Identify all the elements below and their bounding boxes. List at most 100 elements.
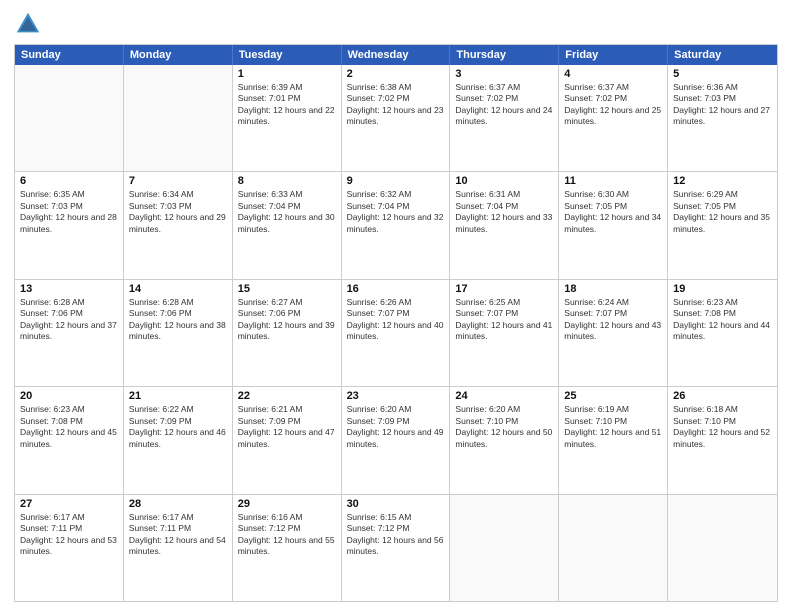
- day-cell-9: 9 Sunrise: 6:32 AM Sunset: 7:04 PM Daylig…: [342, 172, 451, 278]
- day-cell-28: 28 Sunrise: 6:17 AM Sunset: 7:11 PM Dayli…: [124, 495, 233, 601]
- day-number: 4: [564, 68, 662, 80]
- day-number: 25: [564, 390, 662, 402]
- logo-area: [14, 10, 46, 38]
- day-cell-25: 25 Sunrise: 6:19 AM Sunset: 7:10 PM Dayli…: [559, 387, 668, 493]
- weekday-header-saturday: Saturday: [668, 45, 777, 65]
- day-cell-12: 12 Sunrise: 6:29 AM Sunset: 7:05 PM Dayli…: [668, 172, 777, 278]
- day-number: 30: [347, 498, 445, 510]
- header: [14, 10, 778, 38]
- day-cell-29: 29 Sunrise: 6:16 AM Sunset: 7:12 PM Dayli…: [233, 495, 342, 601]
- day-cell-20: 20 Sunrise: 6:23 AM Sunset: 7:08 PM Dayli…: [15, 387, 124, 493]
- day-cell-3: 3 Sunrise: 6:37 AM Sunset: 7:02 PM Daylig…: [450, 65, 559, 171]
- calendar-header: SundayMondayTuesdayWednesdayThursdayFrid…: [15, 45, 777, 65]
- day-cell-30: 30 Sunrise: 6:15 AM Sunset: 7:12 PM Dayli…: [342, 495, 451, 601]
- day-cell-11: 11 Sunrise: 6:30 AM Sunset: 7:05 PM Dayli…: [559, 172, 668, 278]
- day-details: Sunrise: 6:24 AM Sunset: 7:07 PM Dayligh…: [564, 297, 662, 343]
- empty-cell: [124, 65, 233, 171]
- day-details: Sunrise: 6:37 AM Sunset: 7:02 PM Dayligh…: [455, 82, 553, 128]
- day-number: 22: [238, 390, 336, 402]
- weekday-header-thursday: Thursday: [450, 45, 559, 65]
- day-cell-7: 7Sunrise: 6:34 AM Sunset: 7:03 PM Daylig…: [124, 172, 233, 278]
- day-number: 3: [455, 68, 553, 80]
- day-details: Sunrise: 6:16 AM Sunset: 7:12 PM Dayligh…: [238, 512, 336, 558]
- day-details: Sunrise: 6:19 AM Sunset: 7:10 PM Dayligh…: [564, 404, 662, 450]
- day-details: Sunrise: 6:23 AM Sunset: 7:08 PM Dayligh…: [673, 297, 772, 343]
- calendar-row-3: 13 Sunrise: 6:28 AM Sunset: 7:06 PM Dayli…: [15, 279, 777, 386]
- day-number: 13: [20, 283, 118, 295]
- day-details: Sunrise: 6:28 AM Sunset: 7:06 PM Dayligh…: [129, 297, 227, 343]
- day-number: 8: [238, 175, 336, 187]
- day-number: 23: [347, 390, 445, 402]
- day-number: 20: [20, 390, 118, 402]
- day-details: Sunrise: 6:37 AM Sunset: 7:02 PM Dayligh…: [564, 82, 662, 128]
- day-number: 5: [673, 68, 772, 80]
- day-number: 15: [238, 283, 336, 295]
- day-number: 6: [20, 175, 118, 187]
- calendar-row-2: 6 Sunrise: 6:35 AM Sunset: 7:03 PM Daylig…: [15, 171, 777, 278]
- day-cell-18: 18 Sunrise: 6:24 AM Sunset: 7:07 PM Dayli…: [559, 280, 668, 386]
- day-cell-5: 5 Sunrise: 6:36 AM Sunset: 7:03 PM Daylig…: [668, 65, 777, 171]
- day-cell-10: 10Sunrise: 6:31 AM Sunset: 7:04 PM Dayli…: [450, 172, 559, 278]
- calendar-row-4: 20 Sunrise: 6:23 AM Sunset: 7:08 PM Dayli…: [15, 386, 777, 493]
- day-number: 19: [673, 283, 772, 295]
- day-cell-2: 2 Sunrise: 6:38 AM Sunset: 7:02 PM Daylig…: [342, 65, 451, 171]
- day-details: Sunrise: 6:27 AM Sunset: 7:06 PM Dayligh…: [238, 297, 336, 343]
- day-details: Sunrise: 6:17 AM Sunset: 7:11 PM Dayligh…: [20, 512, 118, 558]
- day-number: 9: [347, 175, 445, 187]
- day-number: 29: [238, 498, 336, 510]
- day-details: Sunrise: 6:18 AM Sunset: 7:10 PM Dayligh…: [673, 404, 772, 450]
- weekday-header-sunday: Sunday: [15, 45, 124, 65]
- day-details: Sunrise: 6:38 AM Sunset: 7:02 PM Dayligh…: [347, 82, 445, 128]
- day-details: Sunrise: 6:32 AM Sunset: 7:04 PM Dayligh…: [347, 189, 445, 235]
- day-number: 1: [238, 68, 336, 80]
- day-details: Sunrise: 6:15 AM Sunset: 7:12 PM Dayligh…: [347, 512, 445, 558]
- day-cell-4: 4 Sunrise: 6:37 AM Sunset: 7:02 PM Daylig…: [559, 65, 668, 171]
- day-details: Sunrise: 6:33 AM Sunset: 7:04 PM Dayligh…: [238, 189, 336, 235]
- day-cell-26: 26Sunrise: 6:18 AM Sunset: 7:10 PM Dayli…: [668, 387, 777, 493]
- day-number: 2: [347, 68, 445, 80]
- day-number: 21: [129, 390, 227, 402]
- day-number: 14: [129, 283, 227, 295]
- weekday-header-wednesday: Wednesday: [342, 45, 451, 65]
- day-cell-23: 23 Sunrise: 6:20 AM Sunset: 7:09 PM Dayli…: [342, 387, 451, 493]
- day-details: Sunrise: 6:31 AM Sunset: 7:04 PM Dayligh…: [455, 189, 553, 235]
- day-cell-17: 17Sunrise: 6:25 AM Sunset: 7:07 PM Dayli…: [450, 280, 559, 386]
- day-details: Sunrise: 6:34 AM Sunset: 7:03 PM Dayligh…: [129, 189, 227, 235]
- day-details: Sunrise: 6:20 AM Sunset: 7:09 PM Dayligh…: [347, 404, 445, 450]
- day-details: Sunrise: 6:30 AM Sunset: 7:05 PM Dayligh…: [564, 189, 662, 235]
- empty-cell: [559, 495, 668, 601]
- day-cell-8: 8 Sunrise: 6:33 AM Sunset: 7:04 PM Daylig…: [233, 172, 342, 278]
- day-details: Sunrise: 6:28 AM Sunset: 7:06 PM Dayligh…: [20, 297, 118, 343]
- empty-cell: [668, 495, 777, 601]
- day-details: Sunrise: 6:35 AM Sunset: 7:03 PM Dayligh…: [20, 189, 118, 235]
- day-details: Sunrise: 6:26 AM Sunset: 7:07 PM Dayligh…: [347, 297, 445, 343]
- day-details: Sunrise: 6:17 AM Sunset: 7:11 PM Dayligh…: [129, 512, 227, 558]
- day-number: 16: [347, 283, 445, 295]
- day-number: 12: [673, 175, 772, 187]
- day-number: 28: [129, 498, 227, 510]
- day-cell-22: 22Sunrise: 6:21 AM Sunset: 7:09 PM Dayli…: [233, 387, 342, 493]
- calendar-row-5: 27 Sunrise: 6:17 AM Sunset: 7:11 PM Dayli…: [15, 494, 777, 601]
- weekday-header-monday: Monday: [124, 45, 233, 65]
- day-cell-19: 19 Sunrise: 6:23 AM Sunset: 7:08 PM Dayli…: [668, 280, 777, 386]
- day-number: 27: [20, 498, 118, 510]
- empty-cell: [450, 495, 559, 601]
- calendar: SundayMondayTuesdayWednesdayThursdayFrid…: [14, 44, 778, 602]
- day-number: 24: [455, 390, 553, 402]
- empty-cell: [15, 65, 124, 171]
- day-number: 17: [455, 283, 553, 295]
- day-cell-24: 24 Sunrise: 6:20 AM Sunset: 7:10 PM Dayli…: [450, 387, 559, 493]
- day-details: Sunrise: 6:29 AM Sunset: 7:05 PM Dayligh…: [673, 189, 772, 235]
- day-cell-21: 21 Sunrise: 6:22 AM Sunset: 7:09 PM Dayli…: [124, 387, 233, 493]
- day-number: 18: [564, 283, 662, 295]
- calendar-body: 1 Sunrise: 6:39 AM Sunset: 7:01 PM Daylig…: [15, 65, 777, 601]
- weekday-header-friday: Friday: [559, 45, 668, 65]
- day-cell-16: 16 Sunrise: 6:26 AM Sunset: 7:07 PM Dayli…: [342, 280, 451, 386]
- day-details: Sunrise: 6:23 AM Sunset: 7:08 PM Dayligh…: [20, 404, 118, 450]
- day-details: Sunrise: 6:22 AM Sunset: 7:09 PM Dayligh…: [129, 404, 227, 450]
- day-cell-14: 14 Sunrise: 6:28 AM Sunset: 7:06 PM Dayli…: [124, 280, 233, 386]
- day-number: 11: [564, 175, 662, 187]
- day-details: Sunrise: 6:39 AM Sunset: 7:01 PM Dayligh…: [238, 82, 336, 128]
- day-details: Sunrise: 6:36 AM Sunset: 7:03 PM Dayligh…: [673, 82, 772, 128]
- day-details: Sunrise: 6:20 AM Sunset: 7:10 PM Dayligh…: [455, 404, 553, 450]
